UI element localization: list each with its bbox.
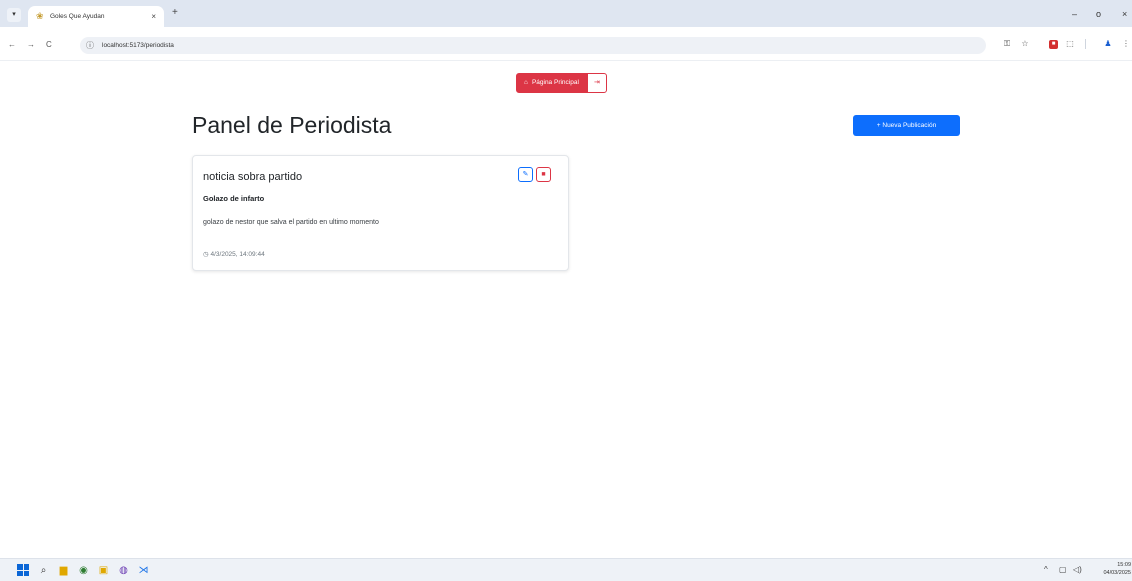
address-bar[interactable]: ⓘ localhost:5173/periodista xyxy=(80,37,986,54)
post-card: noticia sobra partido ✎ ■ Golazo de infa… xyxy=(192,155,569,271)
logout-button[interactable]: ⇥ xyxy=(586,73,607,93)
browser-tabstrip: ▾ ❀ Goles Que Ayudan × + – o × xyxy=(0,0,1132,27)
display-icon[interactable]: ▢ xyxy=(1059,565,1067,575)
page-title: Panel de Periodista xyxy=(192,112,392,138)
clock-time: 15:09 xyxy=(1117,562,1131,568)
volume-icon[interactable]: ◁) xyxy=(1073,565,1082,575)
toolbar-divider xyxy=(1085,39,1086,49)
calendar-icon[interactable]: ▣ xyxy=(97,564,110,577)
back-icon[interactable]: ← xyxy=(8,40,16,50)
post-title: noticia sobra partido xyxy=(203,171,303,183)
delete-button[interactable]: ■ xyxy=(536,167,551,182)
browser-toolbar: ← → C ⓘ localhost:5173/periodista ⚿ ☆ ■ … xyxy=(0,27,1132,61)
maximize-button[interactable]: o xyxy=(1096,9,1101,20)
edit-icon: ✎ xyxy=(522,171,529,178)
extension-red-icon[interactable]: ■ xyxy=(1049,40,1058,49)
new-post-label: Nueva Publicación xyxy=(882,122,937,129)
menu-icon[interactable]: ⋮ xyxy=(1120,38,1132,50)
post-actions: ✎ ■ xyxy=(518,167,551,182)
tab-menu-icon[interactable]: ▾ xyxy=(7,8,21,22)
taskbar: ⌕ ▆ ◉ ▣ ◍ ⋊ ^ ▢ ◁) 15:09 04/03/2025 xyxy=(0,558,1132,581)
search-icon[interactable]: ⌕ xyxy=(37,564,50,577)
tab-close-icon[interactable]: × xyxy=(151,11,156,22)
post-timestamp: 4/3/2025, 14:09:44 xyxy=(210,251,265,258)
post-timestamp-row: ◷ 4/3/2025, 14:09:44 xyxy=(203,250,265,260)
edit-button[interactable]: ✎ xyxy=(518,167,533,182)
app-icon[interactable]: ◍ xyxy=(117,564,130,577)
home-button[interactable]: ⌂ Página Principal xyxy=(516,73,587,93)
windows-start-icon[interactable] xyxy=(17,564,29,576)
new-tab-button[interactable]: + xyxy=(172,7,178,19)
home-icon: ⌂ xyxy=(524,79,528,86)
home-button-label: Página Principal xyxy=(531,79,579,86)
post-body: golazo de nestor que salva el partido en… xyxy=(203,219,379,226)
page-content: ⌂ Página Principal ⇥ Panel de Periodista… xyxy=(0,61,1132,558)
close-window-button[interactable]: × xyxy=(1122,9,1127,20)
favicon-icon: ❀ xyxy=(36,11,44,21)
post-subtitle: Golazo de infarto xyxy=(203,194,265,203)
vscode-icon[interactable]: ⋊ xyxy=(137,564,150,577)
taskbar-clock[interactable]: 15:09 04/03/2025 xyxy=(1093,561,1131,577)
chrome-icon[interactable]: ◉ xyxy=(77,564,90,577)
logout-icon: ⇥ xyxy=(593,79,600,86)
password-key-icon[interactable]: ⚿ xyxy=(1001,38,1013,50)
file-explorer-icon[interactable]: ▆ xyxy=(57,564,70,577)
new-post-button[interactable]: + Nueva Publicación xyxy=(853,115,960,136)
extensions-icon[interactable]: ⬚ xyxy=(1064,38,1076,50)
browser-tab[interactable]: ❀ Goles Que Ayudan × xyxy=(28,6,164,27)
reload-icon[interactable]: C xyxy=(46,40,52,50)
trash-icon: ■ xyxy=(541,171,546,178)
clock-date: 04/03/2025 xyxy=(1103,570,1131,576)
tray-chevron-icon[interactable]: ^ xyxy=(1044,565,1048,575)
header-button-group: ⌂ Página Principal ⇥ xyxy=(516,73,607,93)
url-text[interactable]: localhost:5173/periodista xyxy=(102,40,174,51)
profile-icon[interactable]: ♟ xyxy=(1102,38,1114,50)
star-icon[interactable]: ☆ xyxy=(1019,38,1031,50)
tab-title: Goles Que Ayudan xyxy=(50,13,105,20)
minimize-button[interactable]: – xyxy=(1072,9,1077,20)
site-info-icon[interactable]: ⓘ xyxy=(86,40,94,51)
forward-icon[interactable]: → xyxy=(27,40,35,50)
